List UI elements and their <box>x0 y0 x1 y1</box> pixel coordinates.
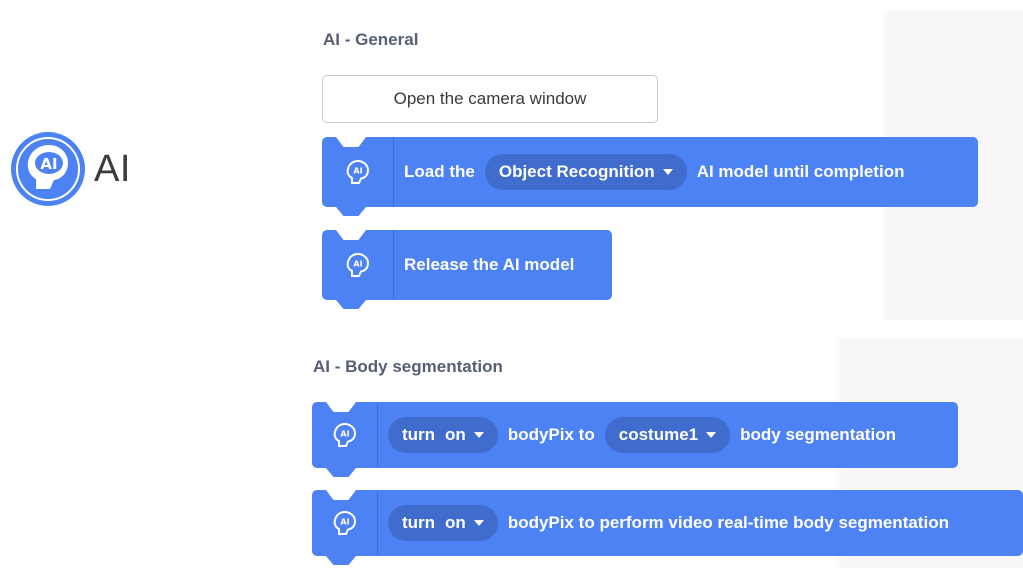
chevron-down-icon <box>473 432 484 438</box>
turn-toggle-dropdown[interactable]: turn on <box>388 417 498 453</box>
block-icon-wrap: AI <box>312 402 378 468</box>
ai-head-icon: AI <box>11 132 85 206</box>
ai-head-icon: AI <box>333 510 356 535</box>
load-model-block[interactable]: AI Load the Object Recognition AI model … <box>322 137 978 207</box>
chevron-down-icon <box>473 520 484 526</box>
model-dropdown[interactable]: Object Recognition <box>484 154 687 190</box>
block-text-load: Load the <box>404 162 475 181</box>
section-title-body-seg: AI - Body segmentation <box>313 357 503 376</box>
bodypix-video-block[interactable]: AI turn on bodyPix to perform video real… <box>312 490 1023 556</box>
block-text-middle: bodyPix to <box>507 425 595 444</box>
category-label: AI <box>94 147 131 190</box>
toggle-value: on <box>445 425 466 444</box>
block-icon-wrap: AI <box>322 137 394 207</box>
turn-label: turn <box>402 513 436 532</box>
chevron-down-icon <box>662 169 673 175</box>
turn-label: turn <box>402 425 436 444</box>
bodypix-costume-block[interactable]: AI turn on bodyPix to costume1 body segm… <box>312 402 958 468</box>
open-camera-button[interactable]: Open the camera window <box>322 75 658 123</box>
toggle-value: on <box>445 513 466 532</box>
ai-head-icon: AI <box>346 159 369 184</box>
ai-head-icon: AI <box>346 252 369 277</box>
chevron-down-icon <box>706 432 717 438</box>
ai-category[interactable]: AI AI <box>10 131 131 207</box>
block-icon-wrap: AI <box>312 490 378 556</box>
block-icon-wrap: AI <box>322 230 394 300</box>
block-text-suffix: bodyPix to perform video real-time body … <box>507 513 949 532</box>
svg-text:AI: AI <box>340 430 349 439</box>
turn-toggle-dropdown[interactable]: turn on <box>388 505 498 541</box>
block-text-release: Release the AI model <box>404 255 575 274</box>
svg-text:AI: AI <box>340 518 349 527</box>
svg-text:AI: AI <box>40 155 57 173</box>
section-title-general: AI - General <box>323 30 419 49</box>
model-dropdown-value: Object Recognition <box>498 162 655 181</box>
block-text-suffix: body segmentation <box>740 425 896 444</box>
ai-head-icon: AI <box>333 422 356 447</box>
costume-value: costume1 <box>618 425 699 444</box>
costume-dropdown[interactable]: costume1 <box>604 417 731 453</box>
release-model-block[interactable]: AI Release the AI model <box>322 230 612 300</box>
svg-text:AI: AI <box>353 167 362 176</box>
svg-text:AI: AI <box>353 260 362 269</box>
block-text-suffix: AI model until completion <box>696 162 905 181</box>
